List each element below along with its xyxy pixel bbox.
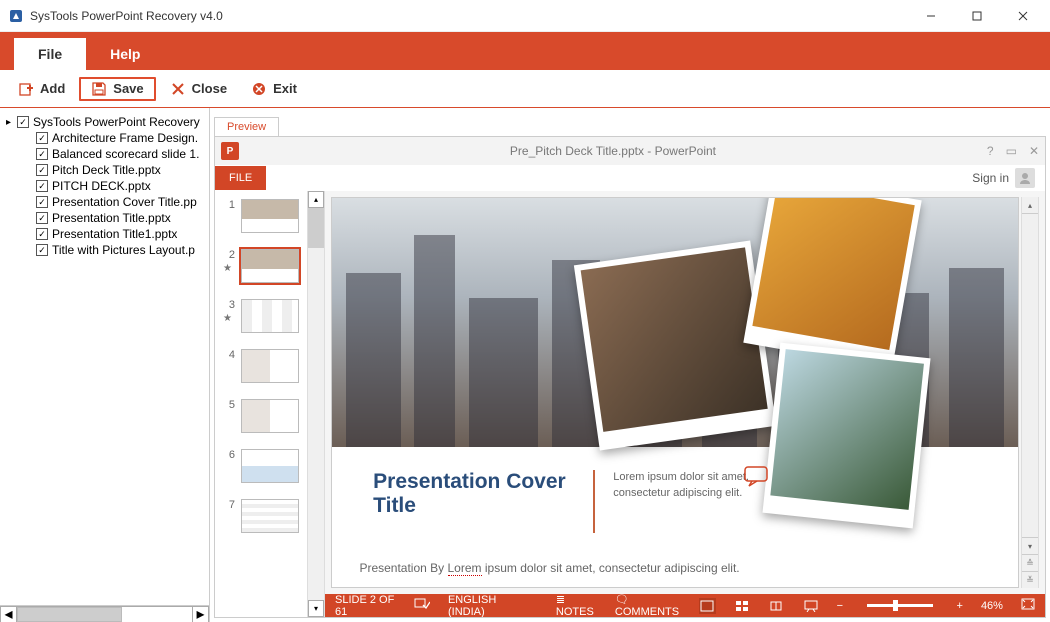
tree-item[interactable]: Balanced scorecard slide 1. bbox=[52, 147, 199, 161]
slide-vscrollbar[interactable]: ▴ ▾ ≙ ≚ bbox=[1021, 197, 1039, 588]
zoom-level[interactable]: 46% bbox=[981, 600, 1003, 612]
titlebar: SysTools PowerPoint Recovery v4.0 bbox=[0, 0, 1050, 32]
checkbox-icon[interactable] bbox=[36, 148, 48, 160]
slide-byline: Presentation By Lorem ipsum dolor sit am… bbox=[359, 561, 739, 575]
slide-thumb[interactable]: 4 bbox=[223, 349, 305, 383]
prev-slide-icon[interactable]: ≙ bbox=[1022, 554, 1038, 571]
scroll-right-icon[interactable]: ▸ bbox=[192, 606, 209, 622]
tree-item[interactable]: Presentation Cover Title.pp bbox=[52, 195, 197, 209]
speech-bubble-icon bbox=[744, 466, 772, 493]
checkbox-icon[interactable] bbox=[36, 212, 48, 224]
help-icon[interactable]: ? bbox=[987, 144, 994, 158]
slide-thumb[interactable]: 5 bbox=[223, 399, 305, 433]
file-tree[interactable]: SysTools PowerPoint Recovery Architectur… bbox=[0, 108, 209, 605]
tree-item[interactable]: Presentation Title1.pptx bbox=[52, 227, 177, 241]
app-icon bbox=[8, 8, 24, 24]
divider bbox=[593, 470, 595, 532]
next-slide-icon[interactable]: ≚ bbox=[1022, 571, 1038, 588]
zoom-in-button[interactable]: + bbox=[957, 600, 963, 612]
exit-label: Exit bbox=[273, 81, 297, 96]
ppt-status-bar: SLIDE 2 OF 61 ENGLISH (INDIA) ≣ NOTES 🗨 … bbox=[325, 594, 1045, 617]
sorter-view-icon[interactable] bbox=[734, 598, 750, 614]
tree-item[interactable]: PITCH DECK.pptx bbox=[52, 179, 151, 193]
slide-thumb[interactable]: 2★ bbox=[223, 249, 305, 283]
exit-button[interactable]: Exit bbox=[241, 77, 307, 101]
window-title: SysTools PowerPoint Recovery v4.0 bbox=[30, 9, 908, 23]
checkbox-icon[interactable] bbox=[17, 116, 29, 128]
checkbox-icon[interactable] bbox=[36, 180, 48, 192]
slideshow-view-icon[interactable] bbox=[802, 598, 818, 614]
add-button[interactable]: Add bbox=[8, 77, 75, 101]
menu-file[interactable]: File bbox=[14, 38, 86, 70]
toolbar: Add Save Close Exit bbox=[0, 70, 1050, 108]
checkbox-icon[interactable] bbox=[36, 244, 48, 256]
scroll-left-icon[interactable]: ◂ bbox=[0, 606, 17, 622]
polaroid-photo bbox=[574, 241, 777, 451]
checkbox-icon[interactable] bbox=[36, 164, 48, 176]
main-content: SysTools PowerPoint Recovery Architectur… bbox=[0, 108, 1050, 622]
tree-item[interactable]: Title with Pictures Layout.p bbox=[52, 243, 195, 257]
checkbox-icon[interactable] bbox=[36, 196, 48, 208]
scroll-down-icon[interactable]: ▾ bbox=[308, 600, 324, 617]
scroll-up-icon[interactable]: ▴ bbox=[1022, 197, 1038, 214]
tree-item[interactable]: Pitch Deck Title.pptx bbox=[52, 163, 161, 177]
preview-pane: Preview P Pre_Pitch Deck Title.pptx - Po… bbox=[210, 108, 1050, 622]
save-label: Save bbox=[113, 81, 143, 96]
tree-root[interactable]: SysTools PowerPoint Recovery bbox=[33, 115, 200, 129]
status-language[interactable]: ENGLISH (INDIA) bbox=[448, 594, 520, 618]
reading-view-icon[interactable] bbox=[768, 598, 784, 614]
slide-thumb[interactable]: 6 bbox=[223, 449, 305, 483]
avatar-icon bbox=[1015, 168, 1035, 188]
thumb-vscrollbar[interactable]: ▴ ▾ bbox=[307, 191, 324, 617]
slide-thumb[interactable]: 7 bbox=[223, 499, 305, 533]
comments-button[interactable]: 🗨 COMMENTS bbox=[615, 593, 681, 617]
ppt-file-button[interactable]: FILE bbox=[215, 166, 266, 190]
sign-in-link[interactable]: Sign in bbox=[972, 168, 1035, 188]
fullscreen-icon[interactable]: ▭ bbox=[1006, 144, 1017, 158]
tree-pane: SysTools PowerPoint Recovery Architectur… bbox=[0, 108, 210, 622]
spellcheck-icon[interactable] bbox=[414, 598, 430, 613]
menubar: File Help bbox=[0, 32, 1050, 70]
save-button[interactable]: Save bbox=[79, 77, 155, 101]
slide-thumb[interactable]: 3★ bbox=[223, 299, 305, 333]
notes-button[interactable]: ≣ NOTES bbox=[556, 593, 597, 617]
ppt-close-icon[interactable]: ✕ bbox=[1029, 144, 1039, 158]
polaroid-photo bbox=[744, 197, 922, 369]
tree-item[interactable]: Presentation Title.pptx bbox=[52, 211, 171, 225]
tree-hscrollbar[interactable]: ◂ ▸ bbox=[0, 605, 209, 622]
slide-title: Presentation Cover Title bbox=[373, 470, 579, 518]
status-slide-count: SLIDE 2 OF 61 bbox=[335, 594, 396, 618]
minimize-button[interactable] bbox=[908, 0, 954, 32]
menu-help[interactable]: Help bbox=[86, 38, 164, 70]
animation-star-icon: ★ bbox=[223, 263, 235, 274]
preview-tab[interactable]: Preview bbox=[214, 117, 279, 136]
ppt-doc-title: Pre_Pitch Deck Title.pptx - PowerPoint bbox=[239, 144, 987, 158]
polaroid-photo bbox=[762, 342, 930, 528]
ppt-titlebar: P Pre_Pitch Deck Title.pptx - PowerPoint… bbox=[215, 137, 1045, 165]
powerpoint-icon: P bbox=[221, 142, 239, 160]
zoom-out-button[interactable]: − bbox=[837, 600, 843, 612]
normal-view-icon[interactable] bbox=[699, 598, 715, 614]
maximize-button[interactable] bbox=[954, 0, 1000, 32]
animation-star-icon: ★ bbox=[223, 313, 235, 324]
slide-thumbnail-panel: 1 2★ 3★ 4 5 6 7 ▴ ▾ bbox=[215, 191, 325, 617]
scroll-down-icon[interactable]: ▾ bbox=[1022, 537, 1038, 554]
slide-canvas-area[interactable]: Presentation Cover Title Lorem ipsum dol… bbox=[325, 191, 1045, 594]
tree-item[interactable]: Architecture Frame Design. bbox=[52, 131, 198, 145]
slide-thumb[interactable]: 1 bbox=[223, 199, 305, 233]
zoom-slider[interactable] bbox=[867, 604, 932, 607]
checkbox-icon[interactable] bbox=[36, 228, 48, 240]
checkbox-icon[interactable] bbox=[36, 132, 48, 144]
fit-window-icon[interactable] bbox=[1021, 598, 1035, 613]
close-window-button[interactable] bbox=[1000, 0, 1046, 32]
close-label: Close bbox=[192, 81, 227, 96]
close-button[interactable]: Close bbox=[160, 77, 237, 101]
ppt-ribbon: FILE Sign in bbox=[215, 165, 1045, 191]
powerpoint-preview: P Pre_Pitch Deck Title.pptx - PowerPoint… bbox=[214, 136, 1046, 618]
scroll-up-icon[interactable]: ▴ bbox=[308, 191, 324, 208]
sign-in-label: Sign in bbox=[972, 171, 1009, 185]
slide-canvas[interactable]: Presentation Cover Title Lorem ipsum dol… bbox=[331, 197, 1019, 588]
add-label: Add bbox=[40, 81, 65, 96]
